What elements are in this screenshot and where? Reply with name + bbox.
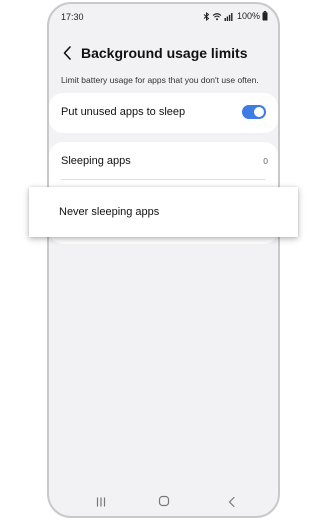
navigation-bar: [49, 488, 278, 516]
never-sleeping-apps-label: Never sleeping apps: [59, 206, 160, 218]
toggle-knob: [254, 107, 264, 117]
sleeping-apps-count: 0: [263, 156, 268, 166]
put-unused-apps-to-sleep-row[interactable]: Put unused apps to sleep: [49, 93, 278, 133]
wifi-icon: [212, 12, 222, 20]
status-icons: 100%: [203, 11, 268, 21]
sleeping-apps-label: Sleeping apps: [61, 155, 131, 167]
sleeping-apps-row[interactable]: Sleeping apps 0: [49, 142, 278, 180]
phone-frame: 17:30 100% Background usage limits Limit…: [47, 2, 280, 518]
header: Background usage limits: [57, 42, 270, 66]
put-unused-apps-to-sleep-toggle[interactable]: [242, 105, 266, 119]
signal-icon: [224, 12, 233, 21]
home-icon[interactable]: [158, 495, 170, 507]
back-icon[interactable]: [227, 496, 237, 508]
status-bar: 17:30 100%: [49, 4, 278, 28]
status-time: 17:30: [61, 12, 84, 22]
page-title: Background usage limits: [81, 45, 248, 61]
recents-icon[interactable]: [95, 496, 107, 508]
battery-icon: [262, 11, 268, 21]
page-description: Limit battery usage for apps that you do…: [61, 75, 259, 85]
put-unused-apps-to-sleep-label: Put unused apps to sleep: [61, 106, 186, 118]
bluetooth-icon: [203, 11, 210, 21]
divider: [61, 179, 266, 180]
chevron-left-icon[interactable]: [61, 45, 75, 61]
never-sleeping-apps-row[interactable]: Never sleeping apps: [29, 187, 298, 237]
battery-percent: 100%: [236, 11, 260, 21]
